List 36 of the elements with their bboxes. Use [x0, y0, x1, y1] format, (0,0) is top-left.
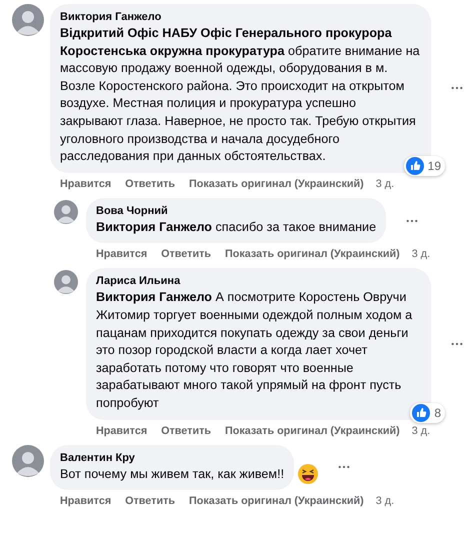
comment-action-link[interactable]: Показать оригинал (Украинский) — [189, 176, 364, 192]
author-name[interactable]: Виктория Ганжело — [60, 10, 421, 25]
timestamp[interactable]: 3 д. — [376, 176, 394, 192]
avatar[interactable] — [12, 4, 44, 36]
reaction-badge[interactable]: 8 — [410, 402, 445, 422]
timestamp[interactable]: 3 д. — [412, 246, 430, 262]
avatar[interactable] — [54, 200, 78, 224]
comment-action-link[interactable]: Нравится — [96, 246, 148, 262]
comment-action-link[interactable]: Нравится — [60, 176, 112, 192]
comment-action-link[interactable]: Нравится — [60, 493, 112, 510]
more-options-icon[interactable] — [406, 218, 418, 223]
author-name[interactable]: Лариса Ильина — [96, 274, 421, 290]
more-options-icon[interactable] — [338, 465, 350, 470]
thumbs-up-icon — [412, 404, 430, 422]
reaction-badge[interactable]: 19 — [404, 156, 445, 176]
more-options-icon[interactable] — [451, 342, 463, 346]
thumbs-up-icon — [406, 156, 424, 175]
comment-action-link[interactable]: Показать оригинал (Украинский) — [225, 246, 400, 262]
author-name[interactable]: Валентин Кру — [60, 450, 284, 466]
timestamp[interactable]: 3 д. — [412, 422, 430, 438]
comment-action-link[interactable]: Ответить — [125, 176, 176, 192]
comment-text: Виктория Ганжело спасибо за такое внимание — [96, 218, 376, 236]
timestamp[interactable]: 3 д. — [376, 493, 394, 510]
comment-action-link[interactable]: Нравится — [96, 422, 148, 438]
reaction-count: 8 — [434, 406, 441, 420]
more-options-icon[interactable] — [451, 86, 463, 90]
avatar[interactable] — [12, 444, 44, 476]
comment-action-link[interactable]: Ответить — [161, 246, 212, 262]
comment-action-link[interactable]: Ответить — [161, 422, 212, 438]
avatar[interactable] — [54, 270, 78, 294]
reaction-count: 19 — [428, 158, 441, 173]
comment-action-link[interactable]: Показать оригинал (Украинский) — [189, 493, 364, 510]
author-name[interactable]: Вова Чорний — [96, 204, 376, 219]
comment-action-link[interactable]: Показать оригинал (Украинский) — [225, 422, 400, 438]
comment-action-link[interactable]: Ответить — [125, 493, 176, 510]
comment-text: Вот почему мы живем так, как живем!! — [60, 466, 284, 483]
